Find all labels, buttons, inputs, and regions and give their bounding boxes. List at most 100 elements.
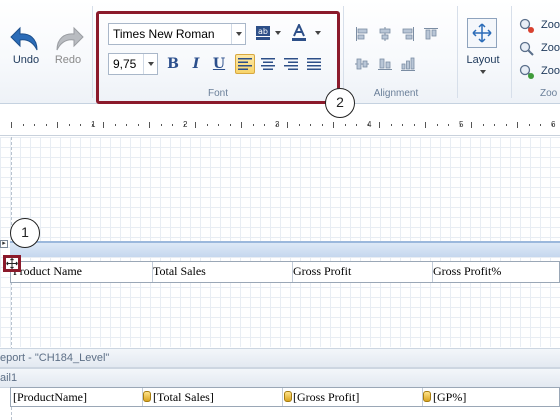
horizontal-ruler: 1 2 3 4 5 6 bbox=[0, 119, 560, 136]
ruler-tick bbox=[34, 124, 35, 126]
ruler-tick bbox=[471, 122, 472, 128]
ruler-number: 2 bbox=[183, 120, 188, 129]
header-cell-gross-profit-pct[interactable]: Gross Profit% bbox=[433, 264, 501, 279]
redo-label: Redo bbox=[54, 54, 82, 66]
separator bbox=[92, 6, 93, 98]
ruler-tick bbox=[299, 124, 300, 126]
ruler-tick bbox=[172, 124, 173, 126]
ruler-tick bbox=[46, 124, 47, 126]
ruler-tick bbox=[287, 122, 288, 128]
undo-label: Undo bbox=[12, 54, 40, 66]
chevron-down-icon bbox=[480, 70, 486, 74]
align-middles-icon[interactable] bbox=[354, 56, 370, 72]
align-bottoms-icon[interactable] bbox=[377, 56, 393, 72]
layout-label: Layout bbox=[466, 54, 500, 66]
ruler-tick bbox=[517, 122, 518, 128]
redo-button[interactable]: Redo bbox=[45, 20, 91, 76]
ruler-tick bbox=[11, 122, 12, 128]
font-group-highlight bbox=[96, 11, 340, 104]
ruler-tick bbox=[57, 122, 58, 128]
zoom-in-label: Zoo bbox=[541, 19, 560, 31]
database-field-icon bbox=[143, 391, 151, 402]
ruler-tick bbox=[230, 124, 231, 126]
zoom-100-button[interactable]: Zoo bbox=[519, 63, 560, 81]
detail-cell-product-name[interactable]: [ProductName] bbox=[13, 390, 87, 405]
ruler-tick bbox=[80, 124, 81, 126]
layout-button[interactable]: Layout bbox=[463, 16, 503, 76]
detail-cell-total-sales[interactable]: [Total Sales] bbox=[153, 390, 214, 405]
ruler-tick bbox=[345, 124, 346, 126]
zoom-out-label: Zoo bbox=[541, 42, 560, 54]
ruler-tick bbox=[506, 124, 507, 126]
ruler-tick bbox=[264, 124, 265, 126]
zoom-group-label: Zoo bbox=[540, 88, 558, 99]
ruler-number: 4 bbox=[367, 120, 372, 129]
separator bbox=[511, 6, 512, 98]
ruler-tick bbox=[356, 124, 357, 126]
move-icon bbox=[6, 258, 18, 269]
redo-icon bbox=[56, 26, 84, 51]
detail-row[interactable]: [ProductName] [Total Sales] [Gross Profi… bbox=[10, 387, 560, 407]
ribbon: Undo Redo Times New Roman ab 9,75 B I U … bbox=[0, 0, 560, 104]
detail-band[interactable]: ail1 bbox=[0, 368, 560, 388]
align-to-grid-icon[interactable] bbox=[400, 56, 416, 72]
zoom-100-label: Zoo bbox=[541, 65, 560, 77]
header-cell-product-name[interactable]: Product Name bbox=[13, 264, 82, 279]
header-cell-total-sales[interactable]: Total Sales bbox=[153, 264, 206, 279]
ruler-tick bbox=[494, 124, 495, 126]
zoom-icon bbox=[519, 41, 534, 56]
ruler-tick bbox=[103, 122, 104, 128]
ruler-number: 5 bbox=[459, 120, 464, 129]
header-cell-gross-profit[interactable]: Gross Profit bbox=[293, 264, 351, 279]
ruler-tick bbox=[23, 124, 24, 126]
table-header-band[interactable] bbox=[10, 241, 560, 257]
detail-cell-gp-pct[interactable]: [GP%] bbox=[433, 390, 466, 405]
alignment-group-label: Alignment bbox=[373, 88, 419, 99]
align-centers-icon[interactable] bbox=[377, 26, 393, 42]
design-surface[interactable]: ▸ Product Name Total Sales Gross Profit … bbox=[0, 137, 560, 420]
ruler-tick bbox=[69, 124, 70, 126]
ruler-tick bbox=[483, 124, 484, 126]
ruler-tick bbox=[391, 124, 392, 126]
ruler-tick bbox=[529, 124, 530, 126]
ruler-number: 6 bbox=[551, 120, 556, 129]
database-field-icon bbox=[423, 391, 431, 402]
ruler-tick bbox=[322, 124, 323, 126]
align-tops-icon[interactable] bbox=[423, 26, 439, 42]
ruler-tick bbox=[333, 122, 334, 128]
ruler-tick bbox=[241, 122, 242, 128]
band-collapse-icon[interactable]: ▸ bbox=[0, 240, 8, 248]
report-band-label: eport - "CH184_Level" bbox=[0, 352, 110, 364]
ruler-tick bbox=[115, 124, 116, 126]
callout-two: 2 bbox=[325, 88, 355, 118]
zoom-out-button[interactable]: Zoo bbox=[519, 40, 560, 58]
ruler-tick bbox=[425, 122, 426, 128]
detail-band-label: ail1 bbox=[0, 372, 18, 384]
separator bbox=[343, 6, 344, 98]
callout-one: 1 bbox=[10, 218, 40, 248]
table-header-row[interactable]: Product Name Total Sales Gross Profit Gr… bbox=[10, 261, 560, 283]
undo-button[interactable]: Undo bbox=[3, 20, 49, 76]
ruler-tick bbox=[218, 124, 219, 126]
database-field-icon bbox=[284, 391, 292, 402]
align-lefts-icon[interactable] bbox=[354, 26, 370, 42]
ruler-tick bbox=[448, 124, 449, 126]
ruler-tick bbox=[253, 124, 254, 126]
ruler-tick bbox=[437, 124, 438, 126]
layout-icon bbox=[467, 18, 497, 48]
separator bbox=[457, 6, 458, 98]
ruler-number: 1 bbox=[91, 120, 96, 129]
table-move-handle[interactable] bbox=[3, 255, 21, 272]
report-band[interactable]: eport - "CH184_Level" bbox=[0, 348, 560, 368]
detail-cell-gross-profit[interactable]: [Gross Profit] bbox=[293, 390, 359, 405]
ruler-tick bbox=[540, 124, 541, 126]
ruler-tick bbox=[379, 122, 380, 128]
ruler-tick bbox=[207, 124, 208, 126]
ruler-tick bbox=[138, 124, 139, 126]
zoom-in-button[interactable]: Zoo bbox=[519, 17, 560, 35]
ruler-number: 3 bbox=[275, 120, 280, 129]
ruler-tick bbox=[310, 124, 311, 126]
align-rights-icon[interactable] bbox=[400, 26, 416, 42]
ruler-tick bbox=[149, 122, 150, 128]
ruler-tick bbox=[402, 124, 403, 126]
